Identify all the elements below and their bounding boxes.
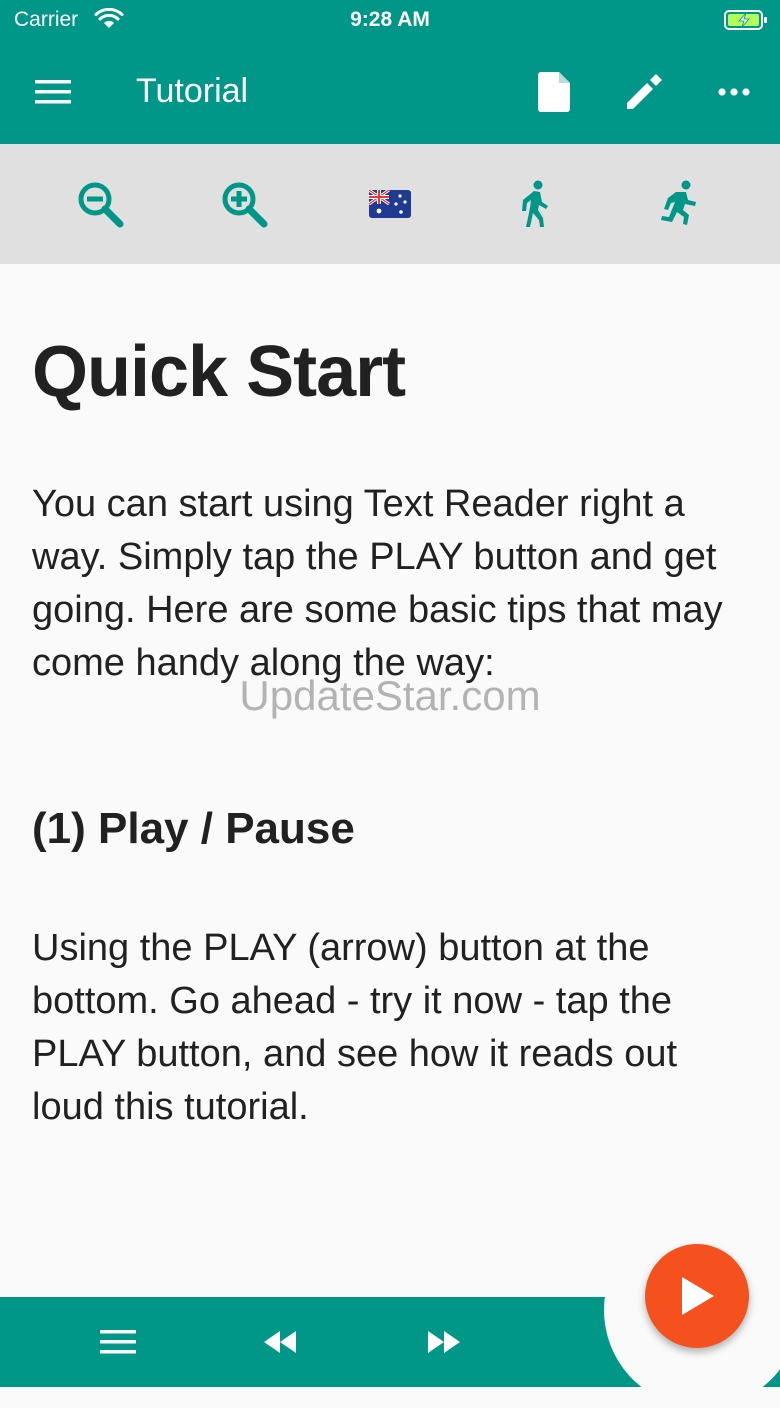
content-heading: Quick Start (32, 332, 406, 412)
australia-flag-icon (369, 190, 411, 218)
hamburger-menu-icon (35, 80, 71, 104)
fast-forward-button[interactable] (414, 1318, 474, 1366)
slower-speed-button[interactable] (508, 176, 564, 232)
app-bar: Tutorial (0, 40, 780, 144)
zoom-out-button[interactable] (72, 176, 128, 232)
battery-charging-icon (724, 10, 767, 30)
running-icon (661, 180, 696, 225)
pencil-icon (627, 74, 662, 109)
zoom-in-button[interactable] (216, 176, 272, 232)
more-button[interactable] (706, 66, 762, 118)
status-bar: Carrier 9:28 AM (0, 0, 780, 40)
playlist-button[interactable] (88, 1318, 148, 1366)
fast-forward-icon (428, 1331, 460, 1353)
status-time: 9:28 AM (350, 8, 430, 31)
zoom-in-icon (222, 182, 268, 228)
faster-speed-button[interactable] (652, 176, 708, 232)
zoom-out-icon (78, 182, 124, 228)
document-icon (538, 72, 570, 112)
document-button[interactable] (528, 66, 580, 118)
play-icon (682, 1277, 714, 1315)
watermark: UpdateStar.com (239, 672, 541, 719)
reader-toolbar (0, 144, 780, 264)
more-horizontal-icon (718, 88, 750, 96)
section-heading: (1) Play / Pause (32, 804, 355, 853)
tutorial-content: Quick Start You can start using Text Rea… (32, 330, 752, 1128)
walking-icon (522, 180, 548, 227)
rewind-button[interactable] (250, 1318, 310, 1366)
rewind-icon (264, 1331, 296, 1353)
page-title: Tutorial (136, 72, 249, 110)
play-button[interactable] (645, 1244, 749, 1348)
list-menu-icon (100, 1330, 136, 1354)
edit-button[interactable] (618, 66, 670, 118)
section-paragraph: Using the PLAY (arrow) button at the bot… (32, 927, 678, 1128)
intro-paragraph: You can start using Text Reader right a … (32, 483, 723, 684)
language-button[interactable] (362, 176, 418, 232)
menu-button[interactable] (24, 68, 82, 116)
